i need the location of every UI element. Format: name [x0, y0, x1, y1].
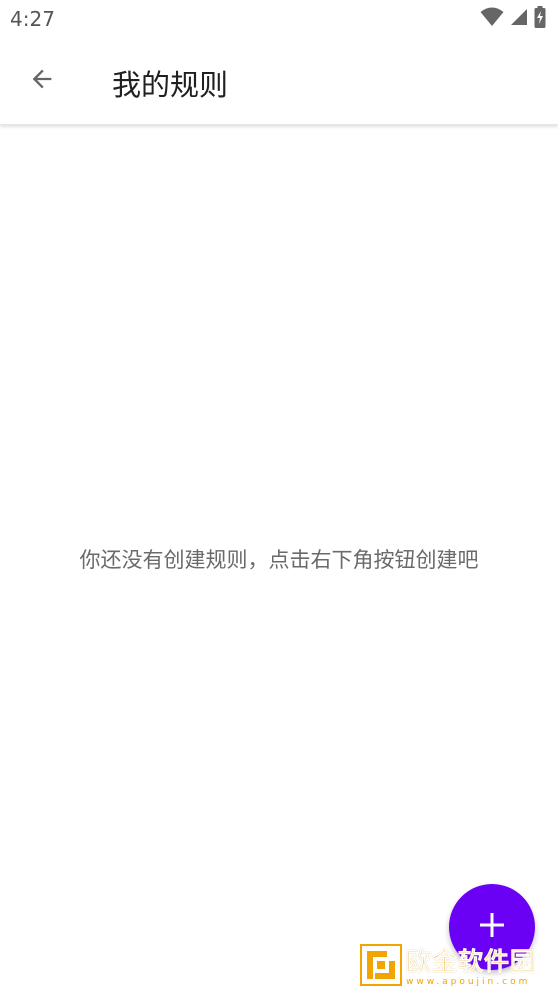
- status-time: 4:27: [10, 7, 55, 31]
- watermark-url: www.apoujin.com: [406, 976, 531, 987]
- plus-icon: [477, 910, 507, 944]
- watermark-logo-icon: [360, 944, 402, 990]
- back-button[interactable]: [20, 59, 64, 103]
- wifi-icon: [480, 7, 504, 31]
- arrow-back-icon: [28, 65, 56, 97]
- screen: 4:27 我的规则 你还没有创建规则，点击右下角按钮创建吧 欧金软件园 www.…: [0, 0, 558, 993]
- cell-signal-icon: [510, 8, 528, 30]
- add-rule-button[interactable]: [449, 884, 535, 970]
- app-bar: 我的规则: [0, 38, 558, 125]
- status-icons: [480, 6, 546, 32]
- page-title: 我的规则: [112, 68, 229, 102]
- battery-charging-icon: [534, 6, 546, 32]
- status-bar: 4:27: [0, 0, 558, 38]
- empty-state-message: 你还没有创建规则，点击右下角按钮创建吧: [79, 548, 479, 572]
